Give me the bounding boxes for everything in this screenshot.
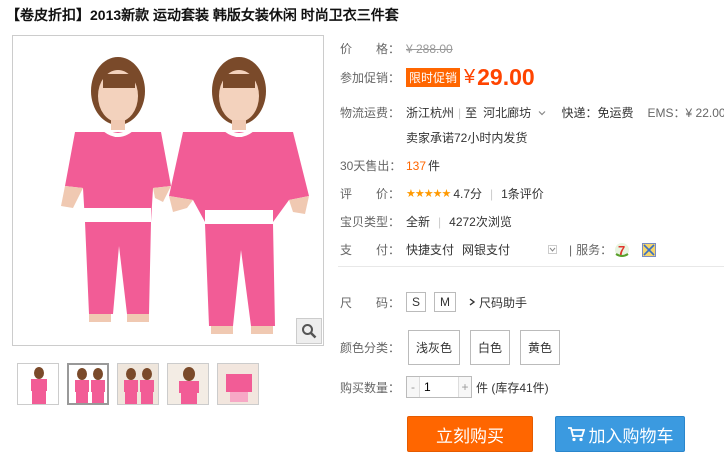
quantity-input[interactable]	[419, 377, 459, 397]
promo-label: 参加促销：	[340, 71, 401, 85]
rating-row: 评 价： ★★★★★ 4.7分 | 1条评价	[340, 185, 544, 202]
promo-price: 29.00	[477, 64, 535, 90]
guarantee-icon[interactable]	[642, 242, 657, 257]
product-main-image[interactable]	[12, 35, 324, 346]
size-helper-link[interactable]: 尺码助手	[468, 294, 527, 311]
payment-more-button[interactable]	[548, 245, 558, 254]
ship-destination: 河北廊坊	[483, 106, 532, 120]
buy-now-button[interactable]: 立刻购买	[407, 416, 533, 452]
color-row: 颜色分类： 浅灰色 白色 黄色	[340, 330, 570, 365]
ship-separator: 至	[465, 106, 478, 120]
thumbnail-1[interactable]	[17, 363, 59, 405]
thumbnail-5[interactable]	[217, 363, 259, 405]
stock-info: 件 (库存41件)	[476, 380, 549, 395]
divider	[338, 266, 724, 267]
rating-label: 评 价：	[340, 187, 401, 201]
quantity-decrease-button[interactable]: -	[407, 377, 419, 397]
rating-stars: ★★★★★	[406, 188, 451, 200]
currency-symbol: ¥	[464, 66, 476, 88]
ship-from: 浙江杭州	[406, 106, 455, 120]
view-count: 4272次浏览	[449, 215, 512, 229]
ship-destination-selector[interactable]: 河北廊坊	[483, 104, 545, 121]
quantity-row: 购买数量： - + 件 (库存41件)	[340, 376, 549, 398]
shipping-promise: 卖家承诺72小时内发货	[406, 131, 528, 145]
express-fee: 快递：免运费	[561, 106, 634, 120]
thumbnail-2[interactable]	[67, 363, 109, 405]
thumbnail-3[interactable]	[117, 363, 159, 405]
item-condition: 全新	[406, 215, 431, 229]
payment-method-bank: 网银支付	[462, 243, 511, 257]
buy-now-label: 立刻购买	[436, 426, 504, 446]
type-label: 宝贝类型：	[340, 215, 401, 229]
chevron-down-icon	[549, 247, 556, 252]
price-row: 价 格： ¥ 288.00	[340, 40, 453, 57]
service-label: 服务：	[576, 243, 613, 257]
magnifier-icon	[302, 324, 317, 339]
sales-count: 137	[406, 158, 427, 173]
size-label: 尺 码：	[340, 295, 401, 310]
sales-label: 30天售出：	[340, 159, 402, 173]
color-option-yellow[interactable]: 黄色	[520, 330, 561, 365]
sales-row: 30天售出： 137 件	[340, 157, 440, 174]
add-to-cart-button[interactable]: 加入购物车	[555, 416, 685, 452]
chevron-right-icon	[469, 298, 476, 306]
type-row: 宝贝类型： 全新 | 4272次浏览	[340, 214, 512, 230]
shipping-label: 物流运费：	[340, 106, 401, 120]
reviews-link[interactable]: 1条评价	[501, 185, 544, 202]
size-helper-label: 尺码助手	[479, 295, 528, 310]
color-option-light-gray[interactable]: 浅灰色	[408, 330, 461, 365]
quantity-stepper: - +	[406, 376, 472, 398]
original-price: ¥ 288.00	[406, 41, 453, 56]
product-photo	[13, 36, 323, 345]
promo-row: 参加促销： 限时促销 ¥ 29.00	[340, 64, 535, 91]
chevron-down-icon	[538, 111, 545, 116]
price-label: 价 格：	[340, 42, 401, 56]
quantity-increase-button[interactable]: +	[459, 377, 471, 397]
color-option-white[interactable]: 白色	[470, 330, 511, 365]
size-option-s[interactable]: S	[406, 292, 427, 312]
add-to-cart-label: 加入购物车	[588, 426, 674, 446]
thumbnail-4[interactable]	[167, 363, 209, 405]
promo-tag: 限时促销	[406, 68, 461, 87]
payment-label: 支 付：	[340, 243, 401, 257]
quantity-label: 购买数量：	[340, 380, 401, 395]
size-row: 尺 码： S M 尺码助手	[340, 292, 527, 312]
color-label: 颜色分类：	[340, 341, 401, 355]
payment-method-quick: 快捷支付	[406, 243, 455, 257]
zoom-button[interactable]	[296, 318, 322, 344]
thumbnail-strip	[17, 363, 267, 405]
size-option-m[interactable]: M	[434, 292, 457, 312]
cart-icon	[567, 426, 585, 442]
shipping-row: 物流运费： 浙江杭州 | 至 河北廊坊 快递：免运费 EMS：¥ 22.00	[340, 104, 724, 121]
seven-day-return-icon[interactable]: 7	[614, 242, 630, 258]
ems-fee: EMS：¥ 22.00	[647, 106, 724, 120]
rating-score: 4.7分	[453, 187, 482, 201]
product-title: 【卷皮折扣】2013新款 运动套装 韩版女装休闲 时尚卫衣三件套	[6, 7, 399, 23]
payment-row: 支 付： 快捷支付 网银支付 | 服务： 7	[340, 241, 657, 258]
sales-unit: 件	[428, 159, 441, 173]
